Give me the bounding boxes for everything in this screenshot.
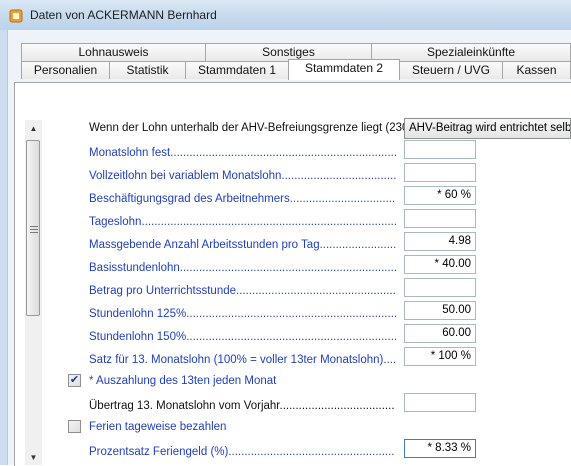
tab-steuern-uvg[interactable]: Steuern / UVG <box>399 61 503 79</box>
dotted-leader: .................................... <box>281 170 397 182</box>
scroll-thumb[interactable] <box>26 140 40 316</box>
dotted-leader: ........................................… <box>186 308 398 320</box>
tageslohn-field[interactable] <box>404 209 476 228</box>
dotted-leader: ........................................… <box>228 446 395 458</box>
dotted-leader: ........................ <box>319 239 397 251</box>
dotted-leader: ........................................… <box>141 216 398 228</box>
tab-lohnausweis[interactable]: Lohnausweis <box>21 43 206 61</box>
arbeitsstunden-field[interactable]: 4.98 <box>404 232 476 251</box>
dotted-leader: ........................................… <box>179 262 398 274</box>
stundenlohn-150-field[interactable]: 60.00 <box>404 324 476 343</box>
tab-kassen[interactable]: Kassen <box>502 61 571 79</box>
scroll-down-arrow-icon[interactable]: ▼ <box>25 451 42 465</box>
grip-line <box>30 226 38 227</box>
uebertrag-label: Übertrag 13. Monatslohn vom Vorjahr.....… <box>89 400 395 412</box>
window-title: Daten von ACKERMANN Bernhard <box>30 8 217 22</box>
ahv-threshold-label: Wenn der Lohn unterhalb der AHV-Befreiun… <box>89 122 419 134</box>
dotted-leader: ........................................… <box>170 147 398 159</box>
monatslohn-fest-label: Monatslohn fest.........................… <box>89 147 398 159</box>
window-left-border <box>0 30 8 465</box>
ahv-threshold-select[interactable]: AHV-Beitrag wird entrichtet selbst w <box>404 118 571 139</box>
unterrichtsstunde-field[interactable] <box>404 278 476 297</box>
grip-line <box>30 232 38 233</box>
auszahlung-13ten-checkbox[interactable]: ✔ <box>68 374 81 387</box>
beschaeftigungsgrad-label: Beschäftigungsgrad des Arbeitnehmers....… <box>89 193 396 205</box>
tab-spezialeinkuenfte[interactable]: Spezialeinkünfte <box>371 43 571 61</box>
app-icon <box>9 9 23 23</box>
auszahlung-13ten-label: * Auszahlung des 13ten jeden Monat <box>89 375 277 387</box>
monatslohn-fest-field[interactable] <box>404 140 476 159</box>
tageslohn-label: Tageslohn...............................… <box>89 216 398 228</box>
feriengeld-field[interactable]: * 8.33 % <box>404 439 476 458</box>
grip-line <box>30 229 38 230</box>
tab-statistik[interactable]: Statistik <box>109 61 186 79</box>
satz-13-monatslohn-field[interactable]: * 100 % <box>404 347 476 366</box>
stundenlohn-125-label: Stundenlohn 125%........................… <box>89 308 398 320</box>
beschaeftigungsgrad-field[interactable]: * 60 % <box>404 186 476 205</box>
tab-personalien[interactable]: Personalien <box>21 61 110 79</box>
stundenlohn-150-label: Stundenlohn 150%........................… <box>89 331 398 343</box>
scroll-up-arrow-icon[interactable]: ▲ <box>25 120 42 137</box>
dotted-leader: .... <box>383 354 397 366</box>
ferien-tageweise-label: Ferien tageweise bezahlen <box>89 421 227 433</box>
feriengeld-label: Prozentsatz Feriengeld (%)..............… <box>89 446 395 458</box>
vollzeitlohn-label: Vollzeitlohn bei variablem Monatslohn...… <box>89 170 397 182</box>
ferien-tageweise-checkbox[interactable] <box>68 420 81 433</box>
dotted-leader: ........................................… <box>236 285 396 297</box>
uebertrag-field[interactable] <box>404 393 476 412</box>
vertical-scrollbar[interactable]: ▲ ▼ <box>25 120 42 465</box>
basisstundenlohn-field[interactable]: * 40.00 <box>404 255 476 274</box>
dotted-leader: ................................. <box>289 193 396 205</box>
tab-row-lower: Personalien Statistik Stammdaten 1 Stamm… <box>21 59 571 80</box>
arbeitsstunden-label: Massgebende Anzahl Arbeitsstunden pro Ta… <box>89 239 397 251</box>
tab-stammdaten-2[interactable]: Stammdaten 2 <box>288 59 400 80</box>
dotted-leader: .................................... <box>279 400 395 412</box>
basisstundenlohn-label: Basisstundenlohn........................… <box>89 262 398 274</box>
tab-stammdaten-1[interactable]: Stammdaten 1 <box>185 61 289 79</box>
title-bar: Daten von ACKERMANN Bernhard <box>0 0 571 31</box>
dotted-leader: ........................................… <box>186 331 398 343</box>
satz-13-monatslohn-label: Satz für 13. Monatslohn (100% = voller 1… <box>89 354 397 366</box>
vollzeitlohn-field[interactable] <box>404 163 476 182</box>
unterrichtsstunde-label: Betrag pro Unterrichtsstunde............… <box>89 285 396 297</box>
stundenlohn-125-field[interactable]: 50.00 <box>404 301 476 320</box>
checkmark-icon: ✔ <box>69 374 80 386</box>
